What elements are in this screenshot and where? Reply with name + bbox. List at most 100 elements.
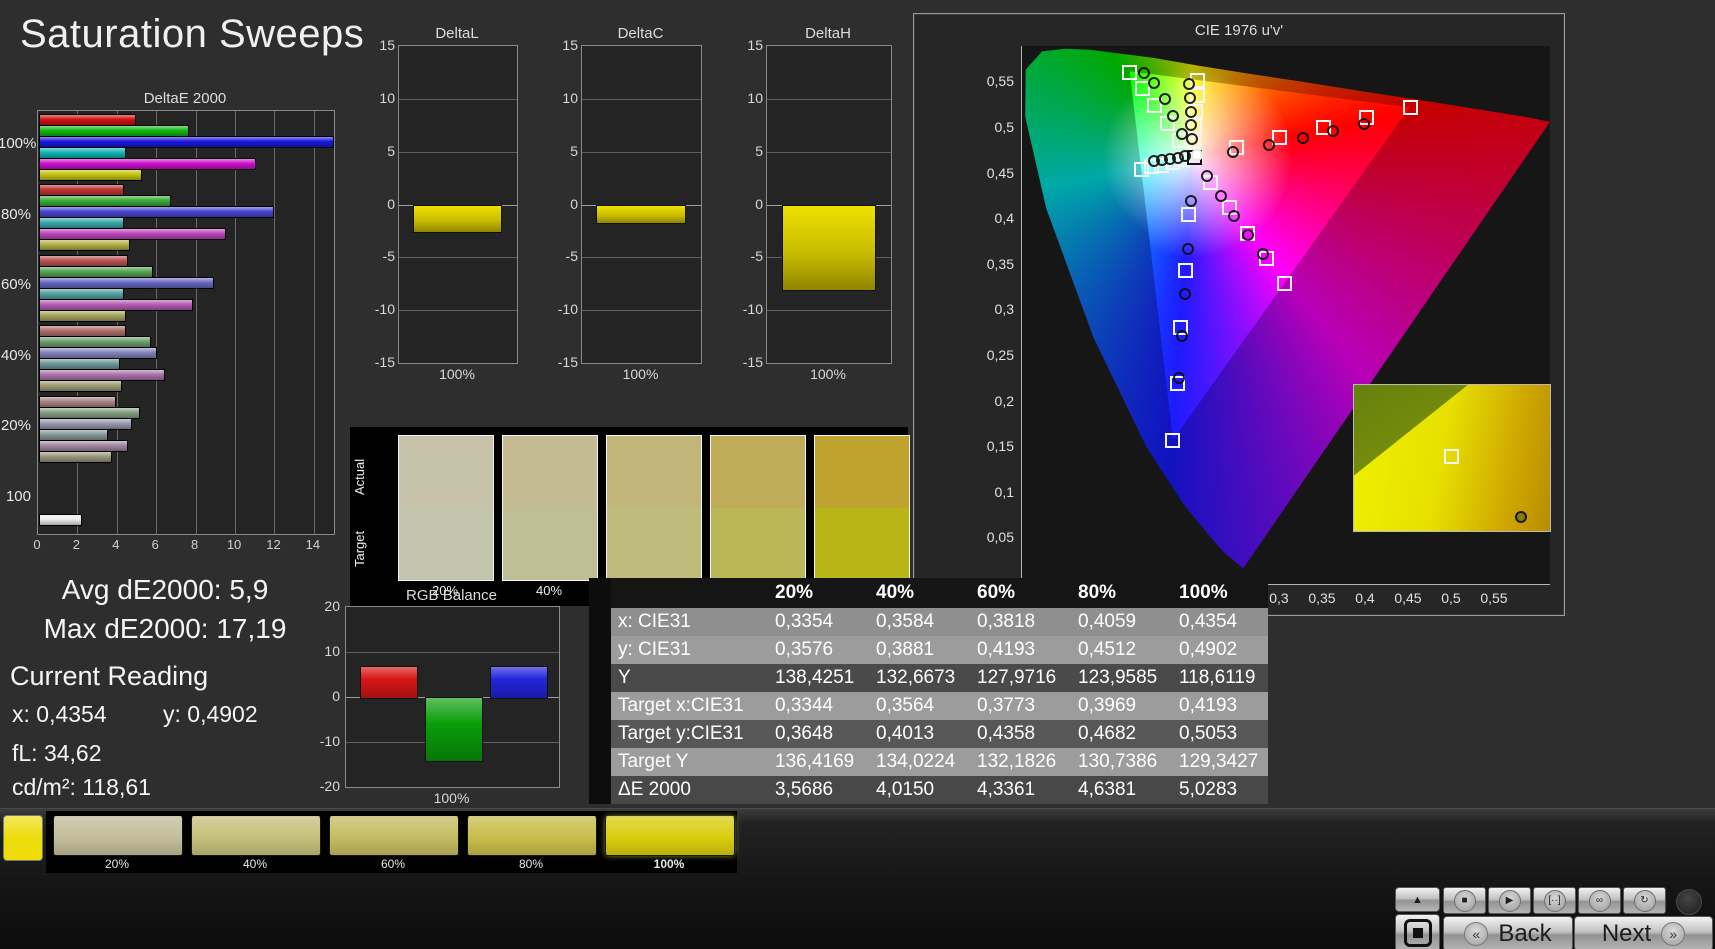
swatch-column-100% [814, 435, 910, 581]
table-cell-value: 0,4358 [977, 723, 1036, 744]
table-cell-value: 127,9716 [977, 667, 1057, 688]
patch-swatch-40%[interactable] [191, 816, 321, 856]
deltae2000-x-axis-labels: 0 2 4 6 8 10 12 14 [33, 537, 337, 553]
deltac-x-axis-label: 100% [622, 366, 659, 382]
y-tick-label: 5 [570, 142, 578, 159]
stop-button[interactable]: ■ [1443, 887, 1486, 914]
cie-measured-point [1184, 195, 1197, 208]
bottom-control-bar: 20% 40% 60% 80% 100% ▲ ■ ▶ [··] ∞ ↻ « Back Next … [0, 808, 1715, 949]
refresh-button[interactable]: ↻ [1623, 887, 1666, 914]
gridline [399, 151, 517, 153]
table-row-label: y: CIE31 [618, 639, 691, 660]
deltae-bar-yellow [39, 239, 130, 252]
patch-swatch-60%[interactable] [329, 816, 459, 856]
cie-measured-point [1172, 371, 1185, 384]
patch-swatch-label: 40% [242, 857, 268, 871]
y-tick-label: -15 [742, 354, 763, 370]
patch-swatch-80%[interactable] [467, 816, 597, 856]
y-tick-label: 5 [387, 142, 395, 159]
target-swatch [503, 508, 597, 580]
cie-measured-point [1183, 91, 1196, 104]
table-cell-value: 0,3576 [775, 639, 834, 660]
y-tick-label: -10 [374, 301, 395, 318]
status-knob [1676, 889, 1702, 915]
y-tick-label: 10 [562, 89, 578, 106]
cie-x-tick-label: 0,45 [1394, 590, 1422, 606]
swatch-column-60% [606, 435, 702, 581]
table-cell-value: 0,3354 [775, 611, 834, 632]
table-cell-value: 0,3344 [775, 695, 834, 716]
current-y-value: y: 0,4902 [163, 701, 258, 727]
cie-measured-point [1184, 105, 1197, 118]
play-button[interactable]: ▶ [1488, 887, 1531, 914]
deltah-y-axis-labels: 15 10 5 0 -5 -10 -15 [736, 37, 766, 370]
cie-y-tick-label: 0,45 [986, 164, 1014, 181]
target-swatch [815, 508, 909, 580]
back-button[interactable]: « Back [1443, 916, 1573, 949]
cie-target-square [1165, 432, 1181, 448]
rgb-y-tick-label: -10 [319, 733, 340, 749]
table-row-strip [589, 748, 611, 776]
cie-y-tick-label: 0,05 [986, 529, 1014, 546]
cie-target-square [1180, 206, 1196, 222]
gridline [767, 151, 891, 153]
patch-window-button[interactable] [1395, 914, 1440, 949]
y-tick-label: 15 [562, 37, 578, 53]
gridline [582, 151, 701, 153]
table-cell-value: 3,5686 [775, 779, 834, 800]
range-icon: [··] [1543, 889, 1566, 912]
y-tick-label: -10 [742, 301, 763, 318]
next-button-label: Next [1601, 919, 1652, 947]
rgb-y-tick-label: 20 [324, 598, 340, 614]
deltae-bar-yellow [39, 380, 122, 393]
target-swatch [607, 508, 701, 580]
deltae-group-label: 40% [0, 346, 31, 364]
range-button[interactable]: [··] [1533, 887, 1576, 914]
cie-y-tick-label: 0,25 [986, 347, 1014, 364]
actual-swatch [399, 436, 493, 508]
cie-measured-point [1358, 117, 1371, 130]
y-tick-label: -15 [374, 354, 395, 370]
table-cell-value: 0,3564 [876, 695, 935, 716]
rgb-balance-plot [345, 606, 560, 788]
continuous-button[interactable]: ∞ [1578, 887, 1621, 914]
table-cell-value: 0,4682 [1078, 723, 1137, 744]
next-chevron-icon: » [1661, 921, 1686, 946]
y-tick-label: 0 [755, 195, 763, 212]
gridline [582, 310, 701, 312]
y-tick-label: 0 [570, 195, 578, 212]
patch-sequence-strip: 20% 40% 60% 80% 100% [46, 811, 737, 873]
table-row-strip [589, 720, 611, 748]
cie-target-square [1277, 276, 1293, 292]
table-row: Y 138,4251 132,6673 127,9716 123,9585 118,611… [589, 664, 1268, 692]
patch-swatch-20%[interactable] [53, 816, 183, 856]
current-patch-indicator [3, 815, 43, 861]
cie-measured-point [1256, 247, 1269, 260]
y-tick-label: -5 [750, 248, 763, 265]
rgb-y-tick-label: -20 [319, 778, 340, 794]
swatch-column-80% [710, 435, 806, 581]
rgb-balance-bar-blue [490, 665, 548, 699]
cie-measured-point [1158, 92, 1171, 105]
expand-up-button[interactable]: ▲ [1395, 887, 1440, 912]
table-cell-value: 0,4059 [1078, 611, 1137, 632]
patch-swatch-100%[interactable] [605, 816, 735, 856]
swatch-column-40% [502, 435, 598, 581]
table-column-header: 20% [775, 582, 814, 603]
table-cell-value: 0,4193 [1179, 695, 1238, 716]
deltae-x-tick-label: 6 [151, 537, 159, 552]
deltae-gridline [156, 111, 158, 534]
next-button[interactable]: Next » [1574, 916, 1713, 949]
cie-y-tick-label: 0,5 [994, 119, 1014, 136]
cie-target-square [1402, 100, 1418, 116]
cie-1976-panel: CIE 1976 u'v' 0,55 0,5 0,45 0,4 0,35 0,3 0,25 0… [913, 13, 1565, 616]
deltae-gridline [235, 111, 237, 534]
deltae-gridline [195, 111, 197, 534]
deltae-x-tick-label: 12 [266, 537, 281, 552]
actual-swatch [607, 436, 701, 508]
actual-swatch [815, 436, 909, 508]
table-header-spacer [611, 578, 763, 608]
table-cell-value: 118,6119 [1179, 667, 1256, 688]
table-row-label: x: CIE31 [618, 611, 691, 632]
calman-saturation-sweeps-window: Saturation Sweeps DeltaE 2000 100% 80% 60%… [0, 0, 1715, 949]
